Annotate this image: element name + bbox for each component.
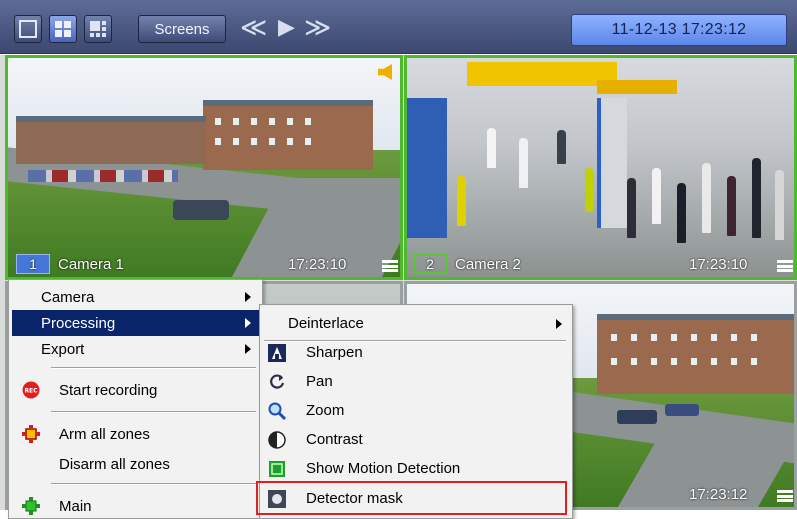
menu-item-camera-label: Camera (41, 288, 95, 306)
motion-detection-icon (269, 460, 285, 477)
menu-item-processing-label: Processing (41, 314, 116, 332)
menu-item-disarm-all-zones[interactable]: Disarm all zones (12, 451, 259, 477)
arm-zones-icon (22, 425, 40, 443)
camera-2-name: Camera 2 (455, 255, 521, 273)
layout-1x1-button[interactable] (14, 15, 42, 43)
camera-2-number: 2 (413, 254, 447, 274)
submenu-item-sharpen[interactable]: Sharpen (262, 338, 570, 367)
submenu-item-zoom-label: Zoom (306, 402, 345, 419)
menu-item-disarm-all-zones-label: Disarm all zones (59, 455, 170, 473)
camera-cell-2[interactable]: 2 Camera 2 17:23:10 (404, 55, 797, 280)
camera-cell-1[interactable]: 1 Camera 1 17:23:10 (5, 55, 403, 280)
camera-4-time: 17:23:12 (689, 486, 748, 503)
submenu-item-sharpen-label: Sharpen (306, 344, 363, 361)
camera-1-name: Camera 1 (58, 255, 124, 273)
submenu-item-show-motion-detection-label: Show Motion Detection (306, 460, 461, 477)
sharpen-icon (268, 343, 286, 362)
menu-item-export[interactable]: Export (12, 336, 259, 362)
menu-item-arm-all-zones-label: Arm all zones (59, 425, 150, 443)
submenu-item-pan[interactable]: Pan (262, 367, 570, 396)
detector-mask-highlight-box (256, 481, 567, 515)
camera-2-time: 17:23:10 (689, 256, 748, 273)
menu-item-main-label: Main (59, 497, 92, 515)
menu-item-arm-all-zones[interactable]: Arm all zones (12, 421, 259, 447)
zoom-icon (268, 402, 286, 420)
menu-item-start-recording-label: Start recording (59, 381, 158, 399)
play-button[interactable]: ▶ (278, 14, 295, 42)
submenu-item-contrast[interactable]: Contrast (262, 425, 570, 454)
camera-1-menu-icon[interactable] (382, 260, 398, 272)
camera-4-menu-icon[interactable] (777, 490, 793, 502)
menu-item-camera[interactable]: Camera (12, 284, 259, 310)
submenu-item-contrast-label: Contrast (306, 431, 363, 448)
submenu-item-show-motion-detection[interactable]: Show Motion Detection (262, 454, 570, 483)
menu-item-export-label: Export (41, 340, 85, 358)
menu-separator (51, 483, 256, 485)
top-toolbar: Screens ≪ ▶ ≫ 11-12-13 17:23:12 (0, 0, 797, 54)
layout-multi-icon (90, 21, 106, 37)
menu-separator (51, 367, 256, 369)
submenu-item-deinterlace[interactable]: Deinterlace (262, 309, 570, 338)
camera-1-video (8, 58, 400, 277)
camera-2-menu-icon[interactable] (777, 260, 793, 272)
submenu-arrow-icon (245, 344, 251, 354)
main-icon (22, 497, 40, 515)
svg-text:REC: REC (24, 388, 38, 395)
camera-1-time: 17:23:10 (288, 256, 347, 273)
submenu-item-deinterlace-label: Deinterlace (288, 315, 364, 332)
submenu-arrow-icon (245, 292, 251, 302)
submenu-arrow-icon (556, 318, 562, 329)
camera-2-video (407, 58, 794, 277)
screens-button[interactable]: Screens (138, 15, 226, 43)
menu-separator (51, 411, 256, 413)
menu-item-start-recording[interactable]: REC Start recording (12, 377, 259, 403)
menu-item-processing[interactable]: Processing (12, 310, 259, 336)
camera-1-label: 1 Camera 1 (16, 254, 124, 274)
camera-context-menu: Camera Processing Export REC Start recor… (8, 279, 263, 519)
submenu-item-pan-label: Pan (306, 373, 333, 390)
camera-1-number: 1 (16, 254, 50, 274)
layout-single-icon (19, 20, 37, 38)
previous-button[interactable]: ≪ (240, 14, 267, 42)
submenu-item-zoom[interactable]: Zoom (262, 396, 570, 425)
menu-item-main[interactable]: Main (12, 493, 259, 519)
next-button[interactable]: ≫ (304, 14, 331, 42)
submenu-arrow-icon (245, 318, 251, 328)
layout-1plus5-button[interactable] (84, 15, 112, 43)
date-time-display: 11-12-13 17:23:12 (571, 14, 787, 46)
layout-quad-icon (55, 21, 71, 37)
rec-icon: REC (22, 381, 40, 399)
camera-2-label: 2 Camera 2 (413, 254, 521, 274)
layout-2x2-button[interactable] (49, 15, 77, 43)
pan-icon (270, 373, 285, 389)
contrast-icon (268, 430, 286, 449)
